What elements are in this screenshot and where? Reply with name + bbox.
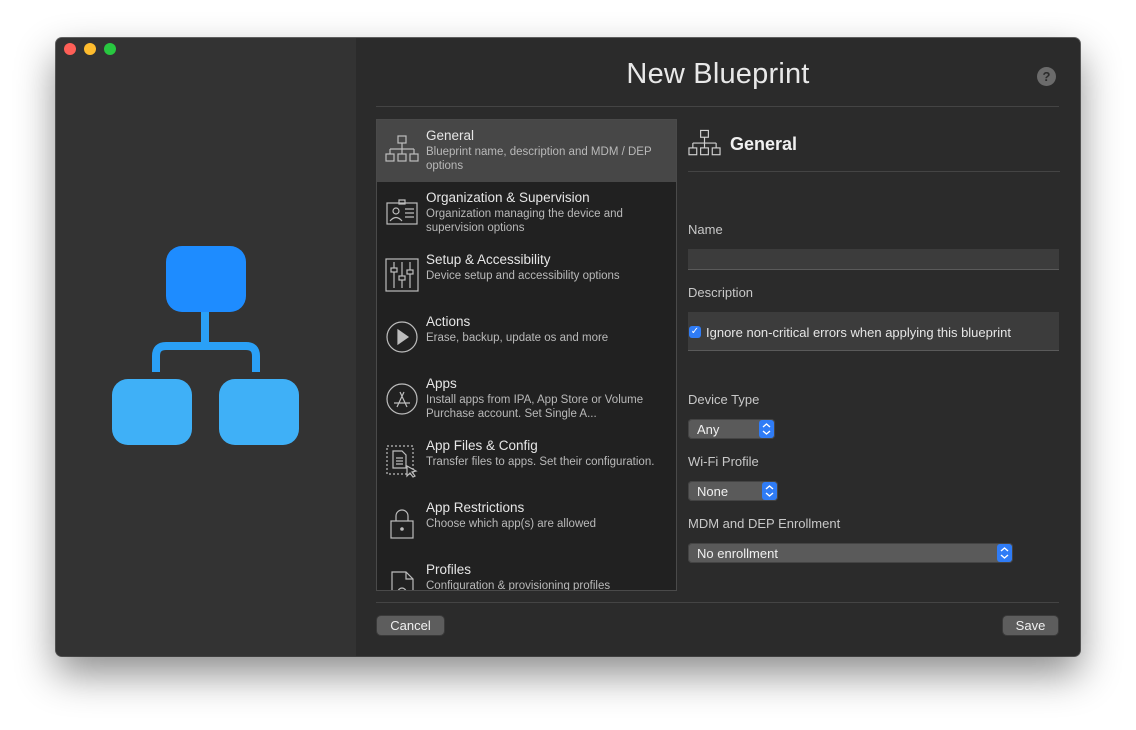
sidebar-item-title: App Files & Config: [426, 438, 538, 453]
sidebar-item-title: Setup & Accessibility: [426, 252, 551, 267]
sidebar-item-general[interactable]: General Blueprint name, description and …: [377, 120, 676, 182]
sidebar-item-description: Erase, backup, update os and more: [426, 332, 609, 344]
lock-icon: [390, 509, 414, 539]
title-divider: [376, 106, 1059, 107]
ignore-errors-checkbox[interactable]: ✓: [689, 326, 701, 338]
sidebar-item-description: Organization managing the device and sup…: [426, 208, 623, 234]
file-transfer-icon: [386, 445, 418, 478]
page-title: New Blueprint: [626, 58, 810, 90]
sidebar-item-title: App Restrictions: [426, 500, 525, 515]
profile-gear-icon: [391, 571, 414, 590]
name-label: Name: [688, 222, 723, 237]
device-type-select[interactable]: Any: [688, 419, 775, 439]
cancel-button[interactable]: Cancel: [377, 616, 444, 635]
sidebar-item-app-restrictions[interactable]: App Restrictions Choose which app(s) are…: [377, 492, 676, 554]
blueprint-window: New Blueprint ? General Blueprint name, …: [56, 38, 1080, 656]
chevron-updown-icon: [997, 544, 1012, 562]
wifi-profile-label: Wi-Fi Profile: [688, 454, 759, 469]
blueprint-hierarchy-icon: [112, 246, 299, 445]
wifi-profile-select[interactable]: None: [688, 481, 778, 501]
sidebar-item-description: Choose which app(s) are allowed: [426, 518, 597, 530]
hero-pane: [56, 38, 356, 656]
device-type-label: Device Type: [688, 392, 760, 407]
enrollment-label: MDM and DEP Enrollment: [688, 516, 841, 531]
chevron-updown-icon: [762, 482, 777, 500]
enrollment-value: No enrollment: [697, 546, 778, 561]
sidebar-item-organization[interactable]: Organization & Supervision Organization …: [377, 182, 676, 244]
sidebar-item-description: Transfer files to apps. Set their config…: [426, 456, 655, 468]
description-label: Description: [688, 285, 754, 300]
save-button[interactable]: Save: [1003, 616, 1058, 635]
section-divider: [688, 171, 1060, 172]
sidebar-item-description: Install apps from IPA, App Store or Volu…: [426, 394, 644, 420]
wifi-profile-value: None: [697, 484, 729, 499]
section-list[interactable]: General Blueprint name, description and …: [376, 119, 677, 591]
sidebar-item-title: Apps: [426, 376, 457, 391]
device-type-value: Any: [697, 422, 720, 437]
section-title: General: [730, 134, 798, 154]
sidebar-item-title: Profiles: [426, 562, 472, 577]
sidebar-item-description: Blueprint name, description and MDM / DE…: [426, 146, 652, 172]
enrollment-select[interactable]: No enrollment: [688, 543, 1013, 563]
ignore-errors-label[interactable]: Ignore non-critical errors when applying…: [706, 325, 1011, 340]
sidebar-item-app-files[interactable]: App Files & Config Transfer files to app…: [377, 430, 676, 492]
sliders-icon: [385, 258, 419, 292]
sidebar-item-description: Configuration & provisioning profiles: [426, 580, 611, 591]
zoom-window-button[interactable]: [104, 43, 116, 55]
hierarchy-icon: [385, 135, 419, 162]
app-store-icon: [386, 383, 418, 415]
sidebar-item-actions[interactable]: Actions Erase, backup, update os and mor…: [377, 306, 676, 368]
minimize-window-button[interactable]: [84, 43, 96, 55]
play-icon: [386, 321, 418, 353]
sidebar-item-title: Organization & Supervision: [426, 190, 590, 205]
sidebar-item-title: General: [426, 128, 475, 143]
id-card-icon: [386, 199, 418, 225]
chevron-updown-icon: [759, 420, 774, 438]
sidebar-item-setup[interactable]: Setup & Accessibility Device setup and a…: [377, 244, 676, 306]
hierarchy-icon: [688, 129, 721, 156]
sidebar-item-description: Device setup and accessibility options: [426, 270, 620, 282]
help-button[interactable]: ?: [1037, 67, 1056, 86]
sidebar-item-profiles[interactable]: Profiles Configuration & provisioning pr…: [377, 554, 676, 591]
name-field[interactable]: [688, 249, 1059, 270]
content-pane: New Blueprint ? General Blueprint name, …: [356, 38, 1080, 656]
footer-divider: [376, 602, 1059, 603]
sidebar-item-apps[interactable]: Apps Install apps from IPA, App Store or…: [377, 368, 676, 430]
sidebar-item-title: Actions: [426, 314, 471, 329]
close-window-button[interactable]: [64, 43, 76, 55]
